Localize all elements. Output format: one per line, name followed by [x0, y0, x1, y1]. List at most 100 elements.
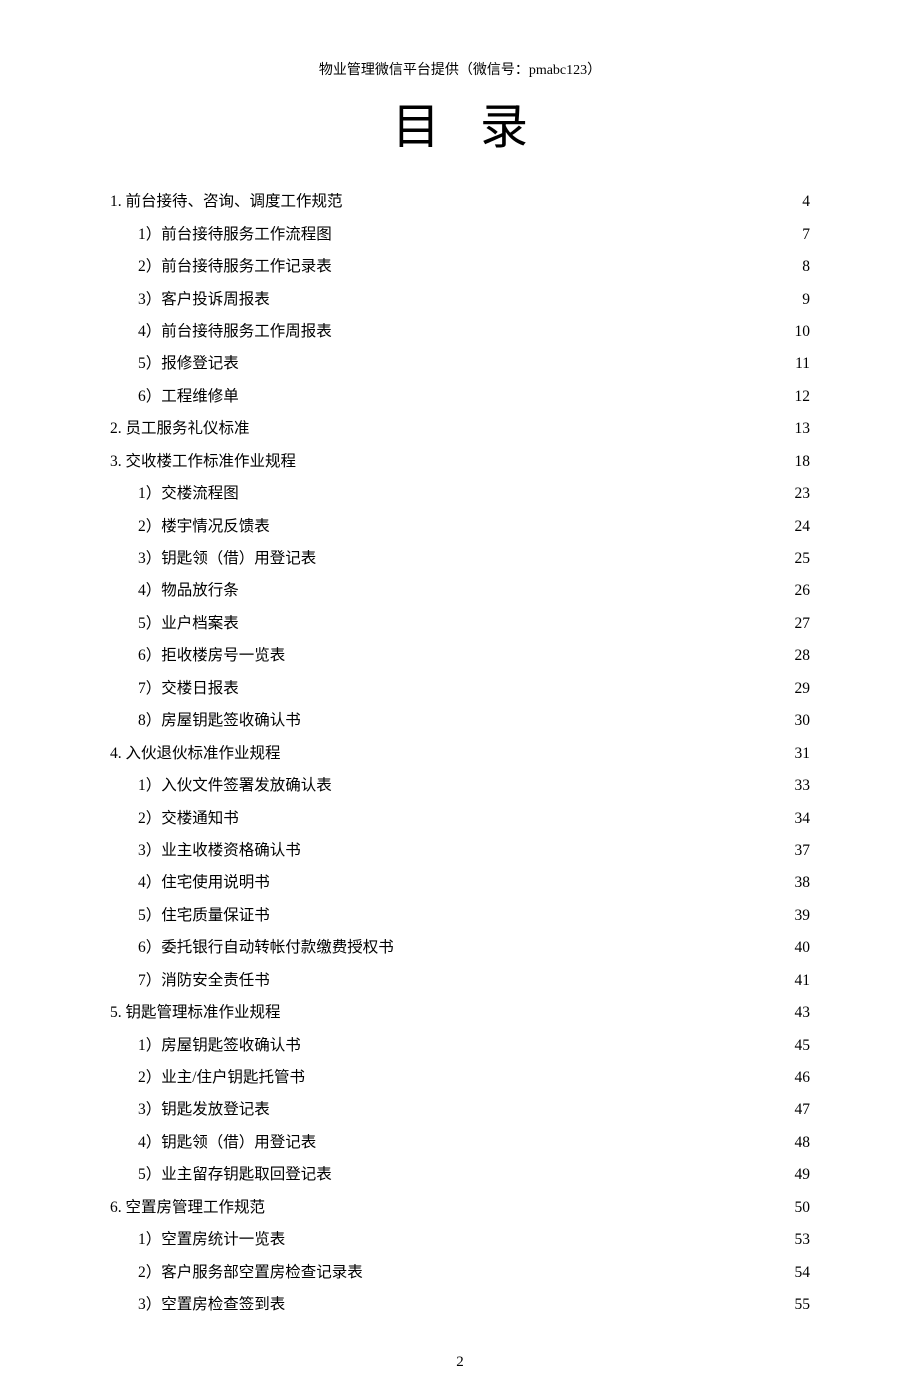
toc-item: 2）交楼通知书 34 — [110, 804, 810, 833]
toc-page: 8 — [802, 252, 810, 281]
toc-item: 1）前台接待服务工作流程图 7 — [110, 220, 810, 249]
toc-page: 12 — [795, 382, 811, 411]
toc-item: 2）客户服务部空置房检查记录表 54 — [110, 1258, 810, 1287]
toc-label: 2）楼宇情况反馈表 — [138, 512, 270, 541]
toc-item: 8）房屋钥匙签收确认书 30 — [110, 706, 810, 735]
toc-item: 4. 入伙退伙标准作业规程 31 — [110, 739, 810, 768]
toc-label: 5）报修登记表 — [138, 349, 239, 378]
toc-label: 4）住宅使用说明书 — [138, 868, 270, 897]
toc-label: 2）交楼通知书 — [138, 804, 239, 833]
toc-item: 4）住宅使用说明书 38 — [110, 868, 810, 897]
toc-item: 3）业主收楼资格确认书37 — [110, 836, 810, 865]
toc-page: 40 — [795, 933, 811, 962]
toc-label: 5）业主留存钥匙取回登记表 — [138, 1160, 332, 1189]
toc-page: 47 — [795, 1095, 811, 1124]
toc-label: 3）业主收楼资格确认书 — [138, 836, 301, 865]
toc-page: 24 — [795, 512, 811, 541]
toc-label: 1）交楼流程图 — [138, 479, 239, 508]
toc-item: 6. 空置房管理工作规范 50 — [110, 1193, 810, 1222]
toc-page: 48 — [795, 1128, 811, 1157]
toc-page: 23 — [795, 479, 811, 508]
toc-label: 3）钥匙领（借）用登记表 — [138, 544, 316, 573]
toc-item: 4）钥匙领（借）用登记表 48 — [110, 1128, 810, 1157]
toc-page: 30 — [795, 706, 811, 735]
toc-label: 8）房屋钥匙签收确认书 — [138, 706, 301, 735]
toc-label: 1）前台接待服务工作流程图 — [138, 220, 332, 249]
toc-item: 1）房屋钥匙签收确认书45 — [110, 1031, 810, 1060]
toc-page: 9 — [802, 285, 810, 314]
toc-label: 5）业户档案表 — [138, 609, 239, 638]
toc-page: 46 — [795, 1063, 811, 1092]
toc-item: 6）拒收楼房号一览表28 — [110, 641, 810, 670]
toc-page: 34 — [795, 804, 811, 833]
toc-page: 53 — [795, 1225, 811, 1254]
toc-label: 3）空置房检查签到表 — [138, 1290, 285, 1319]
toc-item: 6）工程维修单 12 — [110, 382, 810, 411]
toc-page: 54 — [795, 1258, 811, 1287]
toc-item: 3）钥匙发放登记表 47 — [110, 1095, 810, 1124]
toc-label: 7）消防安全责任书 — [138, 966, 270, 995]
toc-page: 18 — [795, 447, 811, 476]
toc-item: 4）物品放行条 26 — [110, 576, 810, 605]
toc-page: 4 — [802, 187, 810, 216]
toc-label: 4）前台接待服务工作周报表 — [138, 317, 332, 346]
toc-label: 7）交楼日报表 — [138, 674, 239, 703]
toc-label: 3. 交收楼工作标准作业规程 — [110, 447, 296, 476]
toc-item: 3）空置房检查签到表 55 — [110, 1290, 810, 1319]
toc-page: 39 — [795, 901, 811, 930]
toc-label: 6）拒收楼房号一览表 — [138, 641, 285, 670]
toc-item: 3. 交收楼工作标准作业规程 18 — [110, 447, 810, 476]
toc-item: 6）委托银行自动转帐付款缴费授权书 40 — [110, 933, 810, 962]
toc-item: 5）业主留存钥匙取回登记表 49 — [110, 1160, 810, 1189]
toc-label: 2）业主/住户钥匙托管书 — [138, 1063, 305, 1092]
toc-item: 4）前台接待服务工作周报表 10 — [110, 317, 810, 346]
toc-page: 25 — [795, 544, 811, 573]
toc-page: 10 — [795, 317, 811, 346]
toc-item: 1）交楼流程图 23 — [110, 479, 810, 508]
toc-item: 2）楼宇情况反馈表 24 — [110, 512, 810, 541]
toc-label: 3）钥匙发放登记表 — [138, 1095, 270, 1124]
toc-label: 6）委托银行自动转帐付款缴费授权书 — [138, 933, 394, 962]
toc-item: 3）客户投诉周报表 9 — [110, 285, 810, 314]
toc-page: 29 — [795, 674, 811, 703]
toc-item: 2. 员工服务礼仪标准13 — [110, 414, 810, 443]
toc-item: 7）消防安全责任书 41 — [110, 966, 810, 995]
toc-label: 1）入伙文件签署发放确认表 — [138, 771, 332, 800]
toc-page: 38 — [795, 868, 811, 897]
toc-page: 41 — [795, 966, 811, 995]
toc-label: 2）客户服务部空置房检查记录表 — [138, 1258, 363, 1287]
toc-item: 7）交楼日报表 29 — [110, 674, 810, 703]
toc-label: 2）前台接待服务工作记录表 — [138, 252, 332, 281]
toc-item: 5）报修登记表 11 — [110, 349, 810, 378]
toc-label: 1）空置房统计一览表 — [138, 1225, 285, 1254]
toc-label: 4. 入伙退伙标准作业规程 — [110, 739, 281, 768]
toc-label: 6. 空置房管理工作规范 — [110, 1193, 265, 1222]
toc-page: 26 — [795, 576, 811, 605]
toc-page: 49 — [795, 1160, 811, 1189]
toc-page: 13 — [795, 414, 811, 443]
header-note: 物业管理微信平台提供（微信号：pmabc123） — [110, 60, 810, 82]
toc-page: 7 — [802, 220, 810, 249]
toc-label: 4）物品放行条 — [138, 576, 239, 605]
toc-item: 5. 钥匙管理标准作业规程 43 — [110, 998, 810, 1027]
toc-label: 1）房屋钥匙签收确认书 — [138, 1031, 301, 1060]
toc-item: 2）前台接待服务工作记录表 8 — [110, 252, 810, 281]
toc-item: 1）空置房统计一览表 53 — [110, 1225, 810, 1254]
toc-label: 4）钥匙领（借）用登记表 — [138, 1128, 316, 1157]
toc-item: 1. 前台接待、咨询、调度工作规范 4 — [110, 187, 810, 216]
page-title: 目录 — [110, 90, 810, 167]
toc-page: 43 — [795, 998, 811, 1027]
toc-label: 3）客户投诉周报表 — [138, 285, 270, 314]
toc-item: 3）钥匙领（借）用登记表 25 — [110, 544, 810, 573]
toc-item: 5）业户档案表27 — [110, 609, 810, 638]
toc-list: 1. 前台接待、咨询、调度工作规范 4 1）前台接待服务工作流程图 7 2）前台接待… — [110, 187, 810, 1319]
toc-label: 5）住宅质量保证书 — [138, 901, 270, 930]
toc-item: 5）住宅质量保证书 39 — [110, 901, 810, 930]
toc-item: 1）入伙文件签署发放确认表 33 — [110, 771, 810, 800]
toc-label: 5. 钥匙管理标准作业规程 — [110, 998, 281, 1027]
toc-page: 31 — [795, 739, 811, 768]
toc-page: 33 — [795, 771, 811, 800]
toc-page: 55 — [795, 1290, 811, 1319]
toc-label: 6）工程维修单 — [138, 382, 239, 411]
toc-page: 50 — [795, 1193, 811, 1222]
